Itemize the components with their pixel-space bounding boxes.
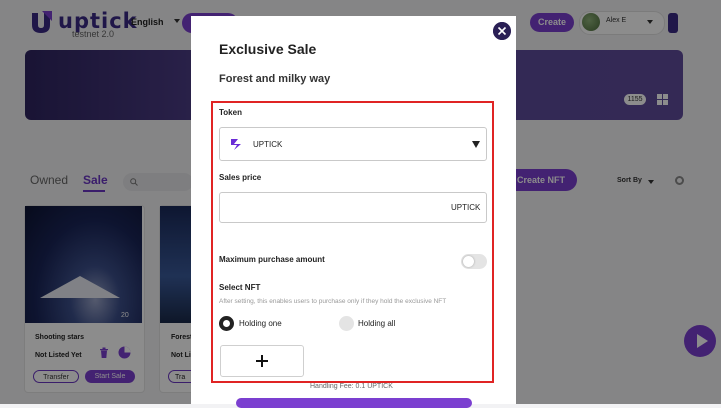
sales-price-input[interactable] [219,192,487,223]
uptick-token-icon [231,139,241,150]
holding-all-label[interactable]: Holding all [358,319,395,328]
token-value[interactable]: UPTICK [253,140,282,149]
select-nft-help: After setting, this enables users to pur… [219,298,447,305]
nft-name: Forest and milky way [219,73,331,85]
caret-down-icon[interactable] [472,141,480,148]
submit-button[interactable] [236,398,472,408]
handling-fee: Handling Fee: 0.1 UPTICK [310,383,393,390]
holding-one-radio[interactable] [219,316,234,331]
plus-icon [261,355,263,367]
close-icon[interactable] [493,22,511,40]
holding-all-radio[interactable] [339,316,354,331]
select-nft-label: Select NFT [219,283,261,292]
sales-price-label: Sales price [219,173,262,182]
toggle-knob[interactable] [463,256,474,267]
max-purchase-label: Maximum purchase amount [219,255,325,264]
price-unit: UPTICK [451,203,481,212]
token-label: Token [219,108,242,117]
holding-one-label[interactable]: Holding one [239,319,282,328]
dialog-title: Exclusive Sale [219,41,317,57]
